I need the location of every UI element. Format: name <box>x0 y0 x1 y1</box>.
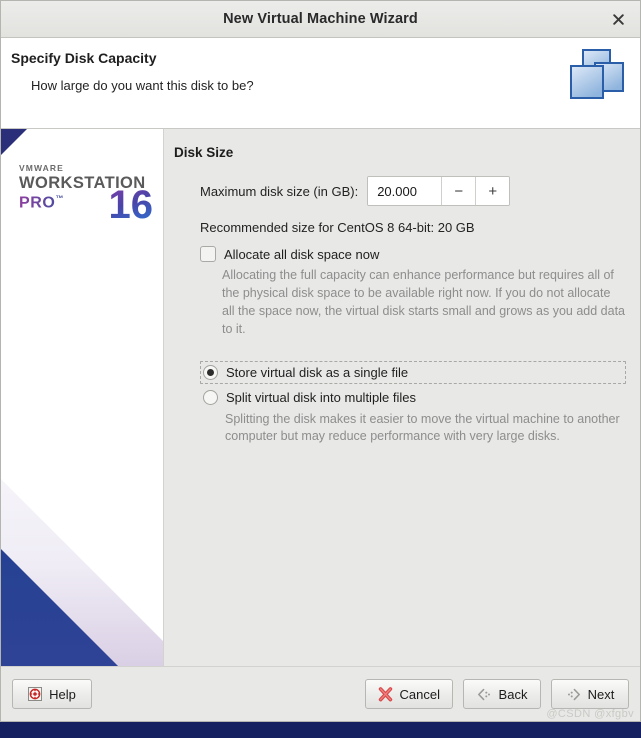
page-subtitle: How large do you want this disk to be? <box>31 78 254 93</box>
storage-options-group: Store virtual disk as a single file Spli… <box>200 360 626 447</box>
sidebar-corner-accent <box>1 129 27 155</box>
disk-size-row: Maximum disk size (in GB): − + <box>200 176 626 206</box>
close-icon[interactable] <box>604 7 632 31</box>
red-x-glyph <box>378 686 392 701</box>
page-title: Specify Disk Capacity <box>11 50 157 66</box>
lifebuoy-icon <box>28 687 43 701</box>
lifebuoy-glyph <box>28 687 43 701</box>
back-button-label: Back <box>498 686 528 702</box>
store-single-file-label: Store virtual disk as a single file <box>226 364 409 380</box>
desktop-background-strip <box>0 722 641 738</box>
section-title: Disk Size <box>174 145 234 160</box>
allocate-all-disk-space-checkbox[interactable] <box>200 246 216 262</box>
help-button-label: Help <box>49 686 76 702</box>
brand-vmware: VMWARE <box>19 163 64 173</box>
stacked-squares-icon <box>566 47 628 107</box>
brand-trademark: ™ <box>55 194 65 204</box>
store-single-file-row[interactable]: Store virtual disk as a single file <box>200 360 626 384</box>
allocate-all-disk-space-help: Allocating the full capacity can enhance… <box>222 268 625 336</box>
wizard-window: New Virtual Machine Wizard Specify Disk … <box>0 0 641 722</box>
disk-size-increment-button[interactable]: + <box>475 177 510 205</box>
brand-version: 16 <box>108 183 154 228</box>
cancel-button[interactable]: Cancel <box>364 679 453 709</box>
allocate-all-disk-space-row[interactable]: Allocate all disk space now <box>200 246 626 262</box>
wizard-body: VMWARE WORKSTATION PRO™ 16 Disk Size Max… <box>1 129 640 666</box>
footer-button-bar: Help Cancel Back Next @CSDN @xfgbv <box>1 666 640 721</box>
watermark: @CSDN @xfgbv <box>546 708 634 720</box>
next-button-label: Next <box>587 686 615 702</box>
double-chevron-left-icon <box>477 688 492 701</box>
title-bar: New Virtual Machine Wizard <box>1 1 640 38</box>
window-title: New Virtual Machine Wizard <box>223 11 418 27</box>
split-multiple-files-row[interactable]: Split virtual disk into multiple files <box>200 386 626 409</box>
red-x-icon <box>378 686 393 702</box>
allocate-all-disk-space-label: Allocate all disk space now <box>224 246 380 262</box>
next-button[interactable]: Next <box>551 679 629 709</box>
close-glyph <box>612 13 624 25</box>
store-single-file-radio[interactable] <box>203 364 218 380</box>
disk-size-stepper[interactable]: − + <box>367 176 511 206</box>
double-chevron-right-icon <box>566 688 581 701</box>
stacked-squares-glyph <box>570 49 624 99</box>
double-chevron-left-glyph <box>477 688 490 700</box>
disk-size-label: Maximum disk size (in GB): <box>200 183 359 199</box>
back-button[interactable]: Back <box>463 679 541 709</box>
disk-size-input[interactable] <box>368 177 442 205</box>
brand-pro: PRO™ <box>19 194 64 212</box>
vmware-logo: VMWARE WORKSTATION PRO™ 16 <box>19 163 159 228</box>
help-button[interactable]: Help <box>12 679 92 709</box>
disk-size-decrement-button[interactable]: − <box>441 177 476 205</box>
cancel-button-label: Cancel <box>399 686 440 702</box>
branding-sidebar: VMWARE WORKSTATION PRO™ 16 <box>1 129 164 666</box>
split-multiple-files-radio[interactable] <box>203 389 218 405</box>
split-multiple-files-label: Split virtual disk into multiple files <box>226 389 417 405</box>
recommended-size-text: Recommended size for CentOS 8 64-bit: 20… <box>200 220 475 235</box>
split-multiple-files-help: Splitting the disk makes it easier to mo… <box>225 411 620 444</box>
double-chevron-right-glyph <box>567 688 580 700</box>
brand-pro-text: PRO <box>19 194 56 212</box>
main-panel: Disk Size Maximum disk size (in GB): − +… <box>164 129 640 666</box>
wizard-header: Specify Disk Capacity How large do you w… <box>1 38 640 129</box>
